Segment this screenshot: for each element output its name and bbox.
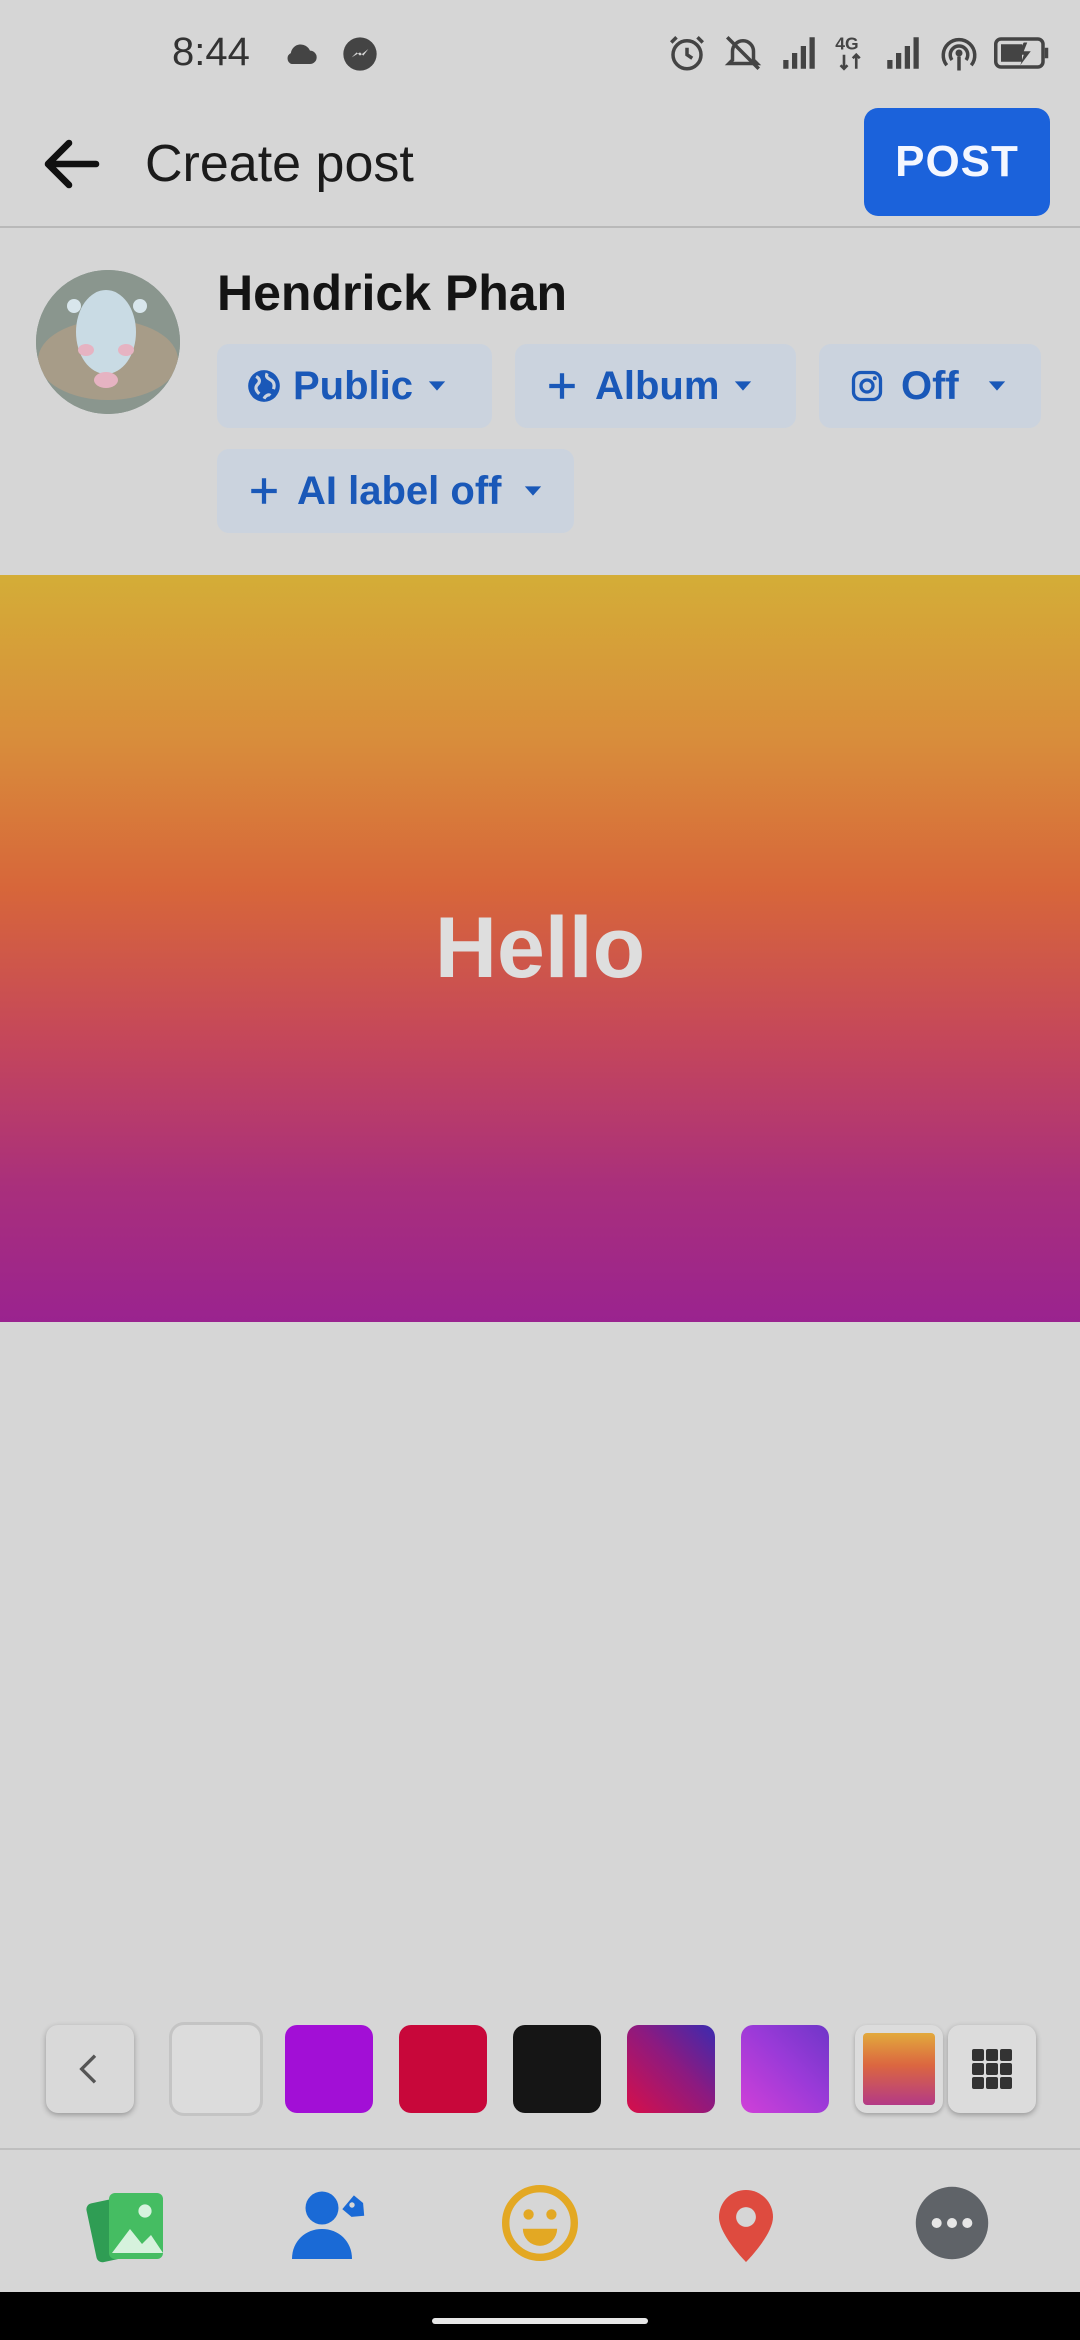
system-nav-bar — [0, 2292, 1080, 2340]
more-backgrounds-button[interactable] — [948, 2025, 1036, 2113]
battery-charging-icon — [994, 37, 1049, 69]
photo-button[interactable] — [84, 2180, 170, 2266]
instagram-chip-label: Off — [901, 363, 959, 408]
4g-icon: 4G — [835, 34, 861, 71]
cloud-icon — [287, 44, 317, 64]
post-toolbar — [0, 2148, 1080, 2294]
dropdown-arrow-icon — [525, 486, 542, 496]
background-swatch-violet-gradient[interactable] — [741, 2025, 829, 2113]
location-icon — [719, 2190, 773, 2262]
background-swatch-red[interactable] — [399, 2025, 487, 2113]
globe-icon — [248, 370, 280, 402]
bell-off-icon — [724, 36, 762, 70]
background-swatch-orange-purple-gradient[interactable] — [855, 2025, 943, 2113]
feeling-button[interactable] — [497, 2180, 583, 2266]
ai-label-chip-label: AI label off — [297, 468, 502, 513]
back-arrow-icon — [44, 139, 100, 189]
alarm-icon — [670, 36, 704, 71]
background-swatch-purple-red-gradient[interactable] — [627, 2025, 715, 2113]
tag-people-icon — [292, 2191, 365, 2259]
plus-icon — [251, 478, 277, 504]
post-text[interactable]: Hello — [435, 899, 645, 998]
dropdown-arrow-icon — [428, 381, 446, 391]
home-indicator[interactable] — [432, 2318, 648, 2324]
avatar-image — [36, 270, 180, 414]
privacy-chip-label: Public — [293, 363, 414, 408]
background-swatch-purple[interactable] — [285, 2025, 373, 2113]
photo-icon — [86, 2193, 163, 2263]
hotspot-icon — [941, 37, 977, 71]
messenger-icon — [343, 37, 377, 71]
back-button[interactable] — [36, 128, 108, 200]
svg-text:4G: 4G — [835, 34, 858, 54]
page-title: Create post — [145, 135, 414, 193]
collapse-picker-button[interactable] — [46, 2025, 134, 2113]
background-swatch-plain[interactable] — [172, 2025, 260, 2113]
header: Create post POST — [0, 100, 1080, 228]
chevron-left-icon — [79, 2054, 97, 2084]
grid-icon — [972, 2049, 1012, 2089]
user-name: Hendrick Phan — [217, 265, 568, 321]
dropdown-arrow-icon — [735, 381, 752, 391]
dropdown-arrow-icon — [988, 381, 1005, 391]
status-time: 8:44 — [172, 30, 250, 74]
feeling-icon — [502, 2185, 578, 2261]
status-left-icons — [280, 34, 380, 74]
location-button[interactable] — [703, 2180, 789, 2266]
avatar[interactable] — [36, 270, 180, 414]
plus-icon — [549, 373, 575, 399]
album-chip-label: Album — [595, 363, 720, 408]
privacy-chip[interactable]: Public — [217, 344, 492, 428]
tag-people-button[interactable] — [288, 2180, 374, 2266]
instagram-icon — [851, 370, 883, 402]
album-chip[interactable]: Album — [515, 344, 796, 428]
instagram-chip[interactable]: Off — [819, 344, 1041, 428]
more-icon — [915, 2186, 989, 2260]
signal-icon — [783, 37, 815, 69]
ai-label-chip[interactable]: AI label off — [217, 449, 574, 533]
swatch-preview — [863, 2033, 935, 2105]
background-swatch-black[interactable] — [513, 2025, 601, 2113]
more-button[interactable] — [909, 2180, 995, 2266]
post-button[interactable]: POST — [864, 108, 1050, 216]
status-bar: 8:44 4G — [0, 0, 1080, 100]
post-text-area[interactable]: Hello — [0, 575, 1080, 1322]
signal-icon — [887, 37, 919, 69]
status-right-icons: 4G — [666, 32, 1050, 74]
